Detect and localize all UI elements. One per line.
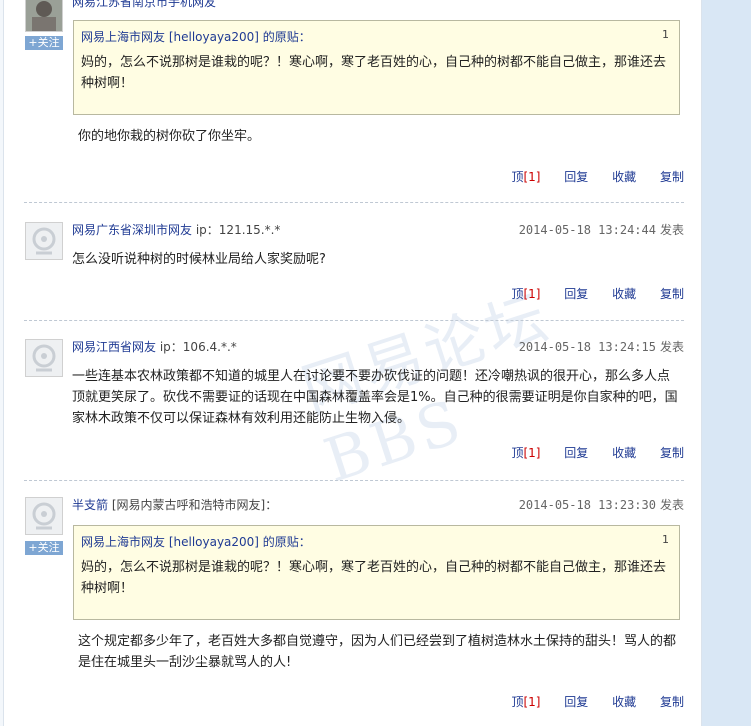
timestamp: 2014-05-18 13:24:44 <box>518 223 656 237</box>
publish-label: 发表 <box>659 340 684 354</box>
post-body: 这个规定都多少年了，老百姓大多都自觉遵守，因为人们已经尝到了植树造林水土保持的甜… <box>78 634 677 670</box>
post-time: 2014-05-18 13:24:44 发表 <box>519 221 684 238</box>
plus-icon: + <box>28 541 38 554</box>
reply-button[interactable]: 回复 <box>564 446 588 460</box>
follow-button[interactable]: +关注 <box>25 36 63 50</box>
quote-header[interactable]: 网易上海市网友 [helloyaya200] 的原贴： <box>81 28 311 45</box>
plus-icon: + <box>28 36 38 49</box>
post-item: 网易江西省网友 ip：106.4.*.* 2014-05-18 13:24:15… <box>4 321 701 479</box>
quote-box: 网易上海市网友 [helloyaya200] 的原贴： 1 妈的，怎么不说那树是… <box>73 20 680 115</box>
ip-address: ip：121.15.*.* <box>195 223 281 237</box>
upvote-button[interactable]: 顶[1] <box>491 287 540 301</box>
favorite-button[interactable]: 收藏 <box>612 170 636 184</box>
copy-button[interactable]: 复制 <box>660 695 684 709</box>
reply-button[interactable]: 回复 <box>564 695 588 709</box>
ip-address: ip：106.4.*.* <box>159 340 237 354</box>
default-avatar-icon <box>26 498 62 534</box>
quote-text: 妈的，怎么不说那树是谁栽的呢？！寒心啊，寒了老百姓的心，自己种的树都不能自己做主… <box>81 560 667 596</box>
post-item: 网易广东省深圳市网友 ip：121.15.*.* 2014-05-18 13:2… <box>4 203 701 319</box>
favorite-button[interactable]: 收藏 <box>612 287 636 301</box>
avatar[interactable] <box>25 222 63 260</box>
post-user[interactable]: 网易江苏省南京市手机网友 <box>72 0 216 10</box>
upvote-button[interactable]: 顶[1] <box>491 695 540 709</box>
thread-content: 网易论坛 BBS +关注 网易江苏省南京市手机网友 网易上海市网友 [hello… <box>3 0 702 726</box>
post-body: 一些连基本农林政策都不知道的城里人在讨论要不要办砍伐证的问题！还冷嘲热讽的很开心… <box>72 369 678 426</box>
timestamp: 2014-05-18 13:24:15 <box>518 340 656 354</box>
favorite-button[interactable]: 收藏 <box>612 446 636 460</box>
timestamp: 2014-05-18 13:23:30 <box>518 498 656 512</box>
reply-button[interactable]: 回复 <box>564 170 588 184</box>
favorite-button[interactable]: 收藏 <box>612 695 636 709</box>
publish-label: 发表 <box>659 498 684 512</box>
quote-text: 妈的，怎么不说那树是谁栽的呢？！寒心啊，寒了老百姓的心，自己种的树都不能自己做主… <box>81 55 667 91</box>
copy-button[interactable]: 复制 <box>660 287 684 301</box>
avatar-photo-icon <box>26 0 62 31</box>
post-time: 2014-05-18 13:23:30 发表 <box>519 496 684 513</box>
default-avatar-icon <box>26 340 62 376</box>
post-user: 半支箭 [网易内蒙古呼和浩特市网友]： <box>72 496 277 513</box>
copy-button[interactable]: 复制 <box>660 446 684 460</box>
user-location: [网易内蒙古呼和浩特市网友]： <box>111 498 278 512</box>
quote-floor: 1 <box>662 533 669 546</box>
post-user: 网易广东省深圳市网友 ip：121.15.*.* <box>72 221 280 238</box>
post-body: 你的地你栽的树你砍了你坐牢。 <box>78 129 261 144</box>
avatar[interactable] <box>25 497 63 535</box>
post-user: 网易江西省网友 ip：106.4.*.* <box>72 338 237 355</box>
quote-floor: 1 <box>662 28 669 41</box>
post-item: +关注 半支箭 [网易内蒙古呼和浩特市网友]： 2014-05-18 13:23… <box>4 481 701 726</box>
username[interactable]: 半支箭 <box>72 498 108 512</box>
reply-button[interactable]: 回复 <box>564 287 588 301</box>
post-actions: 顶[1] 回复 收藏 复制 <box>471 444 684 461</box>
upvote-button[interactable]: 顶[1] <box>491 170 540 184</box>
post-actions: 顶[1] 回复 收藏 复制 <box>471 168 684 185</box>
post-item: +关注 网易江苏省南京市手机网友 网易上海市网友 [helloyaya200] … <box>4 0 701 200</box>
upvote-count: [1] <box>523 446 541 460</box>
upvote-button[interactable]: 顶[1] <box>491 446 540 460</box>
post-time: 2014-05-18 13:24:15 发表 <box>519 338 684 355</box>
avatar[interactable] <box>25 339 63 377</box>
upvote-count: [1] <box>523 695 541 709</box>
default-avatar-icon <box>26 223 62 259</box>
upvote-count: [1] <box>523 170 541 184</box>
post-body: 怎么没听说种树的时候林业局给人家奖励呢? <box>72 252 326 267</box>
copy-button[interactable]: 复制 <box>660 170 684 184</box>
post-actions: 顶[1] 回复 收藏 复制 <box>471 285 684 302</box>
quote-box: 网易上海市网友 [helloyaya200] 的原贴： 1 妈的，怎么不说那树是… <box>73 525 680 620</box>
username[interactable]: 网易广东省深圳市网友 <box>72 223 192 237</box>
right-sidebar <box>702 0 751 726</box>
publish-label: 发表 <box>659 223 684 237</box>
follow-button[interactable]: +关注 <box>25 541 63 555</box>
quote-header[interactable]: 网易上海市网友 [helloyaya200] 的原贴： <box>81 533 311 550</box>
upvote-count: [1] <box>523 287 541 301</box>
avatar[interactable] <box>25 0 63 32</box>
username[interactable]: 网易江西省网友 <box>72 340 156 354</box>
post-actions: 顶[1] 回复 收藏 复制 <box>471 693 684 710</box>
